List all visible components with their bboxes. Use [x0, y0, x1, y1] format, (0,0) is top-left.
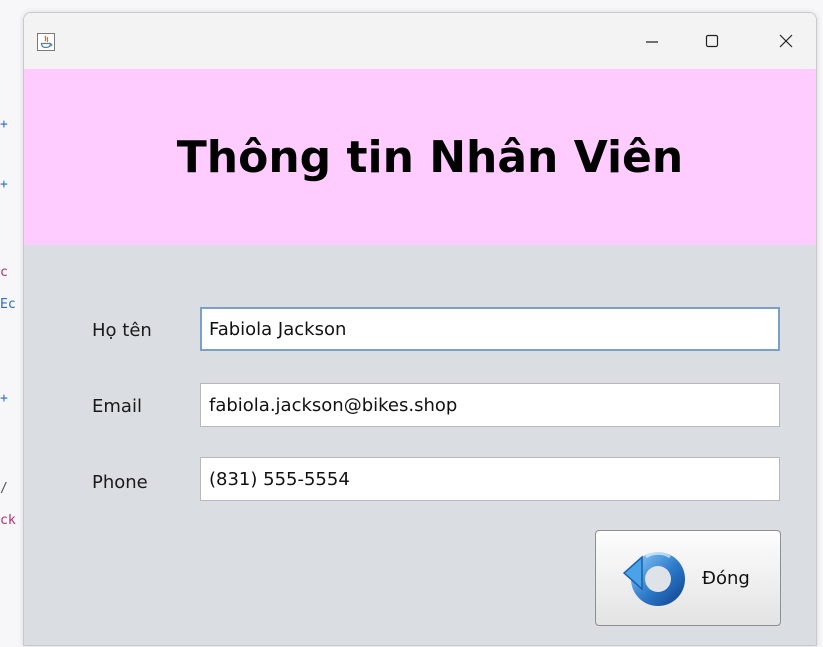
close-icon: [779, 34, 793, 48]
java-app-icon: [37, 33, 55, 51]
editor-fragment: +: [0, 117, 8, 132]
maximize-icon: [705, 34, 719, 48]
minimize-icon: [646, 41, 658, 43]
header-banner: Thông tin Nhân Viên: [24, 69, 816, 245]
email-field[interactable]: [200, 383, 780, 427]
phone-label: Phone: [92, 472, 148, 493]
editor-fragment: c: [0, 265, 8, 280]
undo-arrow-icon: [622, 551, 685, 606]
name-label: Họ tên: [92, 320, 152, 341]
editor-fragment: +: [0, 177, 8, 192]
editor-fragment: +: [0, 391, 8, 406]
maximize-button[interactable]: [682, 13, 742, 69]
close-button[interactable]: Đóng: [595, 530, 781, 626]
email-label: Email: [92, 396, 142, 417]
page-title: Thông tin Nhân Viên: [176, 131, 684, 183]
name-field[interactable]: [200, 307, 780, 351]
editor-fragment: /: [0, 481, 8, 496]
close-button-label: Đóng: [702, 567, 750, 589]
close-window-button[interactable]: [756, 13, 816, 69]
title-bar[interactable]: [24, 13, 816, 69]
minimize-button[interactable]: [622, 13, 682, 69]
editor-fragment: ck: [0, 513, 16, 528]
employee-info-window: Thông tin Nhân Viên Họ tên Email Phone Đ…: [23, 12, 817, 646]
editor-fragment: Ec: [0, 297, 16, 312]
phone-field[interactable]: [200, 457, 780, 501]
